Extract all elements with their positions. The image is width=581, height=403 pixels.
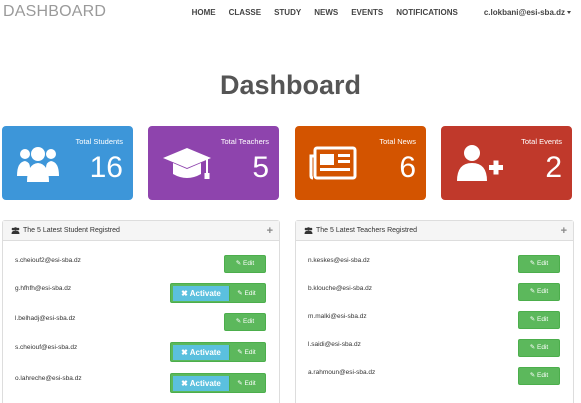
nav-item-events[interactable]: EVENTS xyxy=(351,8,383,17)
user-plus-icon xyxy=(457,145,503,181)
list-item: a.rahmoun@esi-sba.dz ✎ Edit xyxy=(296,367,573,387)
card-label: Total Students xyxy=(75,137,123,146)
page-title: Dashboard xyxy=(219,70,362,100)
edit-button[interactable]: ✎ Edit xyxy=(518,283,560,301)
panel-header: The 5 Latest Student Registred + xyxy=(3,221,279,241)
student-email: g.hfhfh@esi-sba.dz xyxy=(15,285,72,292)
panel-header: The 5 Latest Teachers Registred + xyxy=(296,221,573,241)
plus-icon[interactable]: + xyxy=(561,221,567,241)
newspaper-icon xyxy=(309,146,357,180)
teacher-email: m.malki@esi-sba.dz xyxy=(308,313,367,320)
edit-button[interactable]: ✎ Edit xyxy=(518,367,560,385)
nav-item-notifications[interactable]: NOTIFICATIONS xyxy=(396,8,458,17)
latest-teachers-panel: The 5 Latest Teachers Registred + n.kesk… xyxy=(295,220,574,403)
nav-menu: HOME CLASSE STUDY NEWS EVENTS NOTIFICATI… xyxy=(179,8,571,17)
latest-students-panel: The 5 Latest Student Registred + s.cheio… xyxy=(2,220,280,403)
teacher-email: b.klouche@esi-sba.dz xyxy=(308,285,373,292)
panel-title: The 5 Latest Student Registred xyxy=(23,227,120,234)
card-label: Total Teachers xyxy=(220,137,269,146)
nav-item-news[interactable]: NEWS xyxy=(314,8,338,17)
action-button-group: ✖ Activate ✎ Edit xyxy=(170,283,266,303)
caret-down-icon xyxy=(567,11,571,15)
teacher-email: n.keskes@esi-sba.dz xyxy=(308,257,370,264)
teacher-email: a.rahmoun@esi-sba.dz xyxy=(308,369,376,376)
edit-button[interactable]: ✎ Edit xyxy=(229,345,263,360)
user-menu[interactable]: c.lokbani@esi-sba.dz xyxy=(471,8,571,17)
list-item: s.cheiouf2@esi-sba.dz ✎ Edit xyxy=(3,255,279,275)
activate-button[interactable]: ✖ Activate xyxy=(173,286,229,301)
card-value: 6 xyxy=(399,151,416,184)
top-navbar: DASHBOARD HOME CLASSE STUDY NEWS EVENTS … xyxy=(0,0,581,26)
edit-button[interactable]: ✎ Edit xyxy=(518,339,560,357)
activate-button[interactable]: ✖ Activate xyxy=(173,376,229,391)
nav-item-study[interactable]: STUDY xyxy=(274,8,301,17)
users-icon xyxy=(17,147,59,182)
list-item: l.saidi@esi-sba.dz ✎ Edit xyxy=(296,339,573,359)
total-students-card: Total Students 16 xyxy=(2,126,133,200)
list-item: m.malki@esi-sba.dz ✎ Edit xyxy=(296,311,573,331)
list-item: s.cheiouf@esi-sba.dz ✖ Activate ✎ Edit xyxy=(3,342,279,362)
student-email: o.lahreche@esi-sba.dz xyxy=(15,375,82,382)
edit-button[interactable]: ✎ Edit xyxy=(229,286,263,301)
edit-button[interactable]: ✎ Edit xyxy=(518,311,560,329)
list-item: n.keskes@esi-sba.dz ✎ Edit xyxy=(296,255,573,275)
user-email: c.lokbani@esi-sba.dz xyxy=(483,8,565,17)
student-email: s.cheiouf@esi-sba.dz xyxy=(15,344,78,351)
card-value: 2 xyxy=(545,151,562,184)
graduation-cap-icon xyxy=(163,148,211,179)
student-email: l.belhadj@esi-sba.dz xyxy=(15,315,76,322)
action-button-group: ✖ Activate ✎ Edit xyxy=(170,342,266,362)
teacher-email: l.saidi@esi-sba.dz xyxy=(308,341,361,348)
list-item: l.belhadj@esi-sba.dz ✎ Edit xyxy=(3,313,279,333)
edit-button[interactable]: ✎ Edit xyxy=(229,376,263,391)
panel-title: The 5 Latest Teachers Registred xyxy=(316,227,418,234)
users-icon xyxy=(11,226,20,234)
total-events-card: Total Events 2 xyxy=(441,126,572,200)
edit-button[interactable]: ✎ Edit xyxy=(518,255,560,273)
nav-item-classe[interactable]: CLASSE xyxy=(229,8,261,17)
card-label: Total News xyxy=(379,137,416,146)
edit-button[interactable]: ✎ Edit xyxy=(224,255,266,273)
card-value: 5 xyxy=(252,151,269,184)
total-teachers-card: Total Teachers 5 xyxy=(148,126,279,200)
card-label: Total Events xyxy=(521,137,562,146)
edit-button[interactable]: ✎ Edit xyxy=(224,313,266,331)
list-item: g.hfhfh@esi-sba.dz ✖ Activate ✎ Edit xyxy=(3,283,279,303)
brand-logo[interactable]: DASHBOARD xyxy=(3,3,106,21)
list-item: b.klouche@esi-sba.dz ✎ Edit xyxy=(296,283,573,303)
action-button-group: ✖ Activate ✎ Edit xyxy=(170,373,266,393)
list-item: o.lahreche@esi-sba.dz ✖ Activate ✎ Edit xyxy=(3,373,279,393)
users-icon xyxy=(304,226,313,234)
total-news-card: Total News 6 xyxy=(295,126,426,200)
plus-icon[interactable]: + xyxy=(267,221,273,241)
card-value: 16 xyxy=(89,151,123,184)
student-email: s.cheiouf2@esi-sba.dz xyxy=(15,257,81,264)
activate-button[interactable]: ✖ Activate xyxy=(173,345,229,360)
nav-item-home[interactable]: HOME xyxy=(192,8,216,17)
